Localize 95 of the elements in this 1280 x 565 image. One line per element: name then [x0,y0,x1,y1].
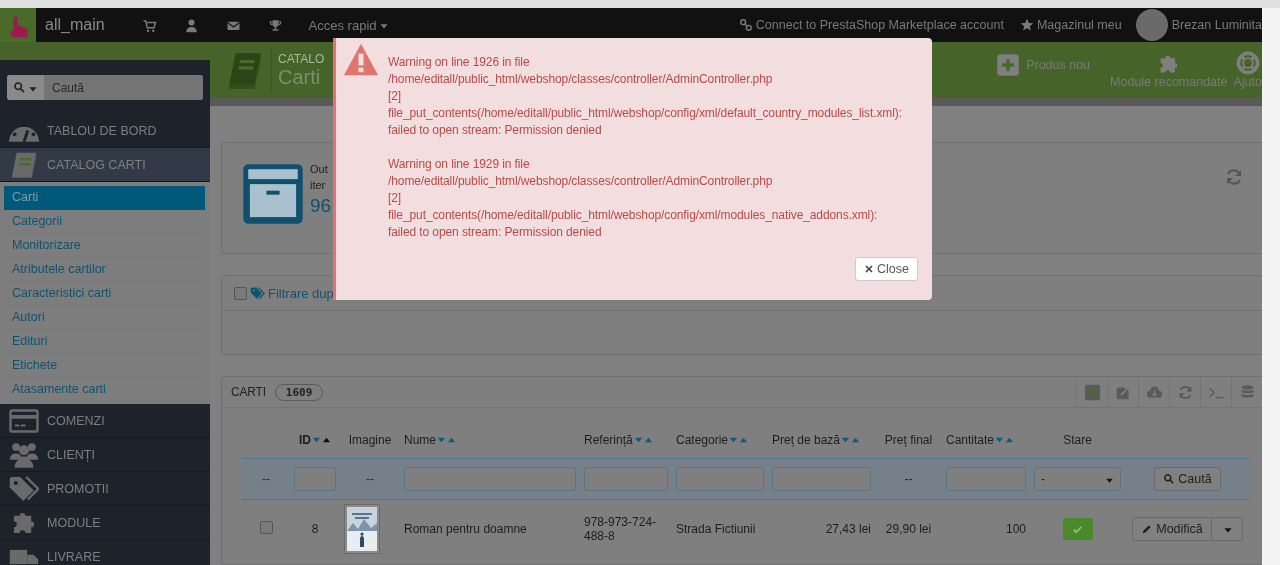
link-icon [738,18,753,32]
column-header[interactable]: ID [299,433,311,447]
table-cell: 27,43 lei [825,522,871,536]
placeholder-text: -- [904,472,913,486]
filter-field[interactable] [404,467,576,491]
error-message-line: Warning on line 1926 in file [388,54,531,71]
column-header[interactable]: Cantitate [946,433,995,447]
cart-icon [142,17,158,33]
filter-field[interactable] [584,467,668,491]
user-menu[interactable]: Brezan Luminita [1135,9,1262,41]
shop-name[interactable]: all_main [45,16,105,34]
menu-item[interactable]: LIVRARE [0,540,210,565]
kpi-value: 96 [310,194,332,218]
tag-icon [9,475,39,502]
menu-item[interactable]: CATALOG CARTI [0,148,210,182]
table-cell: 8 [311,522,319,536]
submenu-item[interactable]: Edituri [4,330,205,354]
menu-item[interactable]: CLIENȚI [0,438,210,472]
submenu-item[interactable]: Autori [4,306,205,330]
trophy-icon [268,17,284,33]
submenu-item[interactable]: Monitorizare [4,234,205,258]
close-icon [864,264,875,274]
avatar [1135,9,1168,41]
placeholder-text: -- [262,472,270,486]
error-message-line: failed to open stream: Permission denied [388,122,603,139]
submenu-item[interactable]: Categorii [4,210,205,234]
column-header: Preț final [884,433,933,447]
credit-card-icon [9,408,39,433]
menu-item[interactable]: COMENZI [0,404,210,438]
logo-tile[interactable] [0,8,36,42]
error-message-line: failed to open stream: Permission denied [388,224,603,241]
scrollbar[interactable] [1262,8,1280,565]
error-message-line: file_put_contents(/home/editall/public_html/webshop/config/xml/modules_native_addons.xml): [388,207,879,224]
plus-icon [996,53,1021,77]
column-header: Imagine [348,433,392,447]
book-icon [9,151,39,178]
search-button[interactable]: Caută [1154,467,1221,491]
column-header[interactable]: Categorie [676,433,729,447]
table-title: CARTI [231,385,266,399]
filter-label[interactable]: Filtrare dup [268,285,334,301]
filter-field[interactable] [946,467,1026,491]
error-message-line: /home/editall/public_html/webshop/classes/controller/AdminController.php [388,71,774,88]
edit-button[interactable]: Modifică [1132,517,1212,541]
search-icon [13,81,26,94]
kpi-label: Out [310,162,329,177]
search-icon [1163,473,1176,485]
submenu-item[interactable]: Carti [4,186,205,210]
submenu-item[interactable]: Etichete [4,354,205,378]
status-toggle[interactable] [1062,518,1093,540]
submenu-item[interactable]: Caracteristici carti [4,282,205,306]
placeholder-text: -- [366,472,374,486]
kpi-label: iter [310,178,327,193]
error-message-line: file_put_contents(/home/editall/public_html/webshop/config/xml/default_country_modules_list.xml): [388,105,903,122]
archive-box-icon [240,161,306,227]
column-header[interactable]: Preț de bază [772,433,841,447]
page-title: Carti [278,65,322,89]
close-button[interactable]: Close [855,257,918,281]
refresh-icon [1224,167,1244,187]
search-menu-button[interactable] [7,75,44,100]
my-shop-link[interactable]: Magazinul meu [1019,18,1122,32]
filter-field[interactable] [676,467,764,491]
table-cell: Roman pentru doamne [404,522,527,536]
menu-item[interactable]: MODULE [0,506,210,540]
error-message-line: Warning on line 1929 in file [388,156,531,173]
filter-field[interactable] [294,467,336,491]
error-message-line: [2] [388,88,403,105]
user-icon [184,17,200,33]
table-cell: 29,90 lei [885,522,932,536]
error-message-line: [2] [388,190,403,207]
marketplace-link[interactable]: Connect to PrestaShop Marketplace account [738,18,1004,32]
search-field[interactable]: Caută [7,75,203,100]
table-cell: Strada Fictiunii [676,522,756,536]
table-cell: 978-973-724-488-8 [584,515,657,543]
quick-access-menu[interactable]: Acces rapid [308,17,389,33]
plus-icon [1083,383,1101,401]
column-header[interactable]: Nume [404,433,436,447]
star-icon [1019,18,1034,32]
status-dropdown[interactable]: - [1034,467,1121,491]
column-header: Stare [1063,433,1092,447]
column-header[interactable]: Referință [584,433,633,447]
error-message-line: /home/editall/public_html/webshop/classes/controller/AdminController.php [388,173,774,190]
menu-item[interactable]: PROMOTII [0,472,210,506]
dropdown-button[interactable] [1211,517,1243,541]
row-checkbox[interactable] [259,521,273,534]
table-cell: 100 [1005,522,1026,536]
warning-icon [342,42,380,78]
filter-field[interactable] [772,467,871,491]
truck-icon [9,548,39,565]
tags-icon [250,285,265,301]
checkbox[interactable] [234,286,247,300]
lifebuoy-icon [1235,51,1260,75]
breadcrumb: CATALO [278,51,325,66]
submenu-item[interactable]: Atasamente carti [4,378,205,402]
submenu-item[interactable]: Atributele cartilor [4,258,205,282]
people-icon [9,441,39,468]
